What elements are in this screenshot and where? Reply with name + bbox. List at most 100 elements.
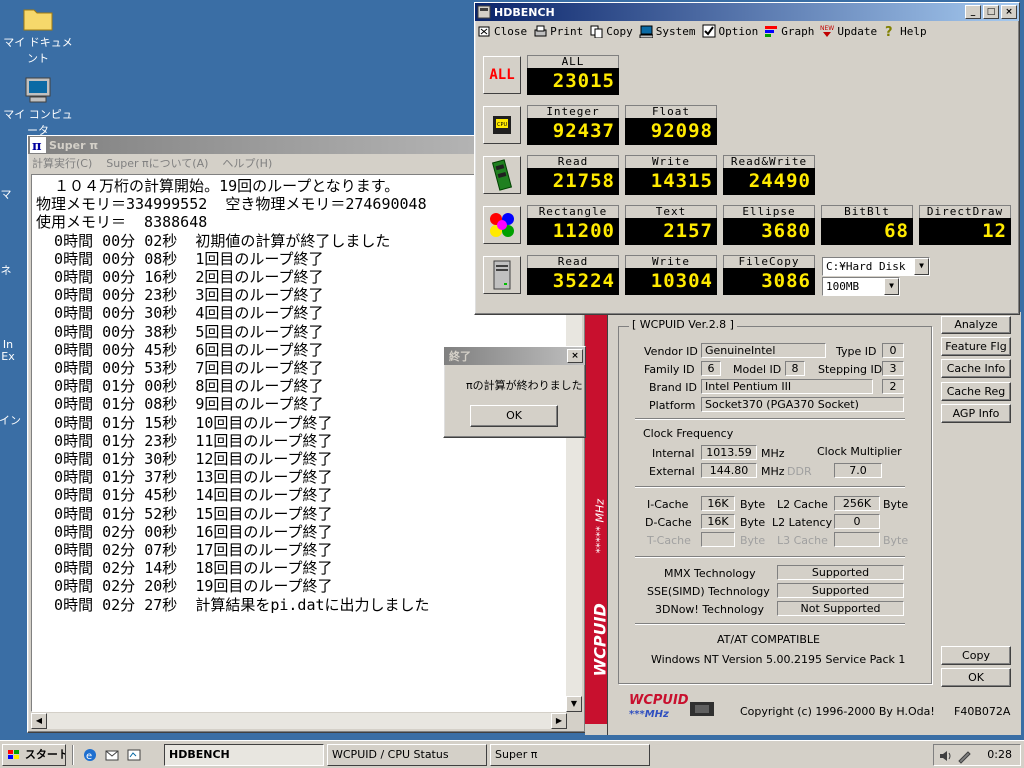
system-tray: 0:28 — [933, 744, 1021, 766]
close-icon[interactable]: × — [1001, 5, 1017, 19]
maximize-icon[interactable]: □ — [983, 5, 999, 19]
pi-icon: π — [30, 137, 46, 153]
output-line: 0時間 00分 38秒 5回目のループ終了 — [36, 322, 324, 341]
l2-label: L2 Cache — [777, 498, 828, 511]
bench-value: 3086 — [723, 268, 815, 295]
computer-icon — [639, 25, 653, 38]
menu-about[interactable]: Super πについて(A) — [106, 155, 208, 171]
analyze-button[interactable]: Analyze — [941, 316, 1011, 334]
option-button[interactable]: Option — [702, 24, 758, 38]
bench-label: Rectangle — [527, 205, 619, 218]
feature-flg-button[interactable]: Feature Flg — [941, 337, 1011, 356]
memory-icon — [483, 156, 521, 194]
output-line: 0時間 01分 52秒 15回目のループ終了 — [36, 504, 333, 523]
cache-reg-button[interactable]: Cache Reg — [941, 382, 1011, 401]
outlook-express-icon[interactable] — [104, 747, 120, 763]
dialog-ok-button[interactable]: OK — [470, 405, 558, 427]
graph-icon — [765, 26, 778, 37]
desktop-icon-my-computer[interactable]: マイ コンピュータ — [0, 76, 78, 138]
mmx-value: Supported — [777, 565, 904, 580]
close-button[interactable]: Close — [477, 24, 527, 38]
copy-icon — [590, 25, 603, 38]
output-line: 0時間 02分 20秒 19回目のループ終了 — [36, 577, 333, 596]
task-hdbench[interactable]: HDBENCH — [164, 744, 324, 766]
3dnow-label: 3DNow! Technology — [655, 603, 764, 616]
vendor-value: GenuineIntel — [701, 343, 826, 358]
hdbench-titlebar[interactable]: HDBENCH _ □ × — [475, 3, 1019, 21]
svg-text:π: π — [32, 139, 42, 153]
size-select-value: 100MB — [826, 280, 860, 293]
bench-value: 11200 — [527, 218, 619, 245]
minimize-icon[interactable]: _ — [965, 5, 981, 19]
drive-select-value: C:¥Hard Disk — [826, 260, 906, 273]
scroll-down-button[interactable]: ▼ — [566, 696, 582, 712]
dialog-message: πの計算が終わりました — [466, 379, 583, 392]
svg-text:?: ? — [885, 25, 893, 38]
icache-label: I-Cache — [647, 498, 689, 511]
desktop-icon-my-documents[interactable]: マイ ドキュメント — [0, 4, 78, 66]
output-line: 0時間 02分 07秒 17回目のループ終了 — [36, 541, 333, 560]
l2-latency-label: L2 Latency — [772, 516, 833, 529]
bench-value: 3680 — [723, 218, 815, 245]
output-line: 0時間 02分 14秒 18回目のループ終了 — [36, 559, 333, 578]
toolbar-label: Copy — [606, 24, 633, 38]
sse-label: SSE(SIMD) Technology — [647, 585, 770, 598]
hdbench-app-icon — [477, 5, 491, 19]
family-value: 6 — [701, 361, 721, 376]
chevron-down-icon[interactable]: ▼ — [914, 258, 929, 275]
scroll-right-button[interactable]: ▶ — [551, 713, 567, 729]
l3-label: L3 Cache — [777, 534, 828, 547]
byte-label: Byte — [740, 516, 766, 529]
menu-help[interactable]: ヘルプ(H) — [222, 155, 272, 171]
sse-value: Supported — [777, 583, 904, 598]
output-line: 0時間 01分 45秒 14回目のループ終了 — [36, 486, 333, 505]
desktop-icon-label: マイ ドキュメント — [3, 36, 73, 65]
copy-button[interactable]: Copy — [589, 24, 633, 38]
platform-value: Socket370 (PGA370 Socket) — [701, 397, 904, 412]
close-icon[interactable]: × — [567, 349, 583, 363]
show-desktop-icon[interactable] — [126, 747, 142, 763]
clock[interactable]: 0:28 — [987, 748, 1012, 761]
update-button[interactable]: NEW Update — [820, 24, 877, 38]
internet-explorer-icon[interactable]: e — [82, 747, 98, 763]
checkbox-icon — [702, 24, 715, 38]
dcache-value: 16K — [701, 514, 735, 529]
quick-launch: e — [82, 747, 154, 765]
horizontal-scrollbar[interactable]: ◀ ▶ — [31, 713, 567, 729]
graph-button[interactable]: Graph — [764, 24, 814, 38]
size-select[interactable]: 100MB ▼ — [822, 277, 900, 296]
bench-label: Text — [625, 205, 717, 218]
toolbar-label: Update — [837, 24, 878, 38]
external-label: External — [649, 465, 695, 478]
bench-value: 2157 — [625, 218, 717, 245]
cache-info-button[interactable]: Cache Info — [941, 359, 1011, 378]
task-wcpuid[interactable]: WCPUID / CPU Status — [327, 744, 487, 766]
byte-label: Byte — [883, 498, 909, 511]
copy-button[interactable]: Copy — [941, 646, 1011, 665]
memory-write-score: Write 14315 — [625, 155, 717, 195]
chevron-down-icon[interactable]: ▼ — [884, 278, 899, 295]
menu-calc[interactable]: 計算実行(C) — [32, 155, 92, 171]
cpu-icon: CPU — [483, 106, 521, 144]
print-button[interactable]: Print — [533, 24, 583, 38]
tcache-label: T-Cache — [647, 534, 691, 547]
vendor-label: Vendor ID — [644, 345, 698, 358]
volume-icon[interactable] — [938, 748, 954, 764]
task-superpi[interactable]: Super π — [490, 744, 650, 766]
scroll-left-button[interactable]: ◀ — [31, 713, 47, 729]
bench-value: 35224 — [527, 268, 619, 295]
dialog-titlebar[interactable]: 終了 × — [444, 347, 585, 365]
separator — [635, 418, 905, 420]
bench-label: DirectDraw — [919, 205, 1011, 218]
3dnow-value: Not Supported — [777, 601, 904, 616]
ok-button[interactable]: OK — [941, 668, 1011, 687]
pen-icon[interactable] — [956, 748, 972, 764]
system-button[interactable]: System — [639, 24, 696, 38]
memory-readwrite-score: Read&Write 24490 — [723, 155, 815, 195]
help-button[interactable]: ? Help — [883, 24, 927, 39]
start-button[interactable]: スタート — [2, 744, 66, 766]
drive-select[interactable]: C:¥Hard Disk ▼ — [822, 257, 930, 276]
agp-info-button[interactable]: AGP Info — [941, 404, 1011, 423]
external-value: 144.80 — [701, 463, 757, 478]
taskbar: スタート e HDBENCH WCPUID / CPU Status Super… — [0, 740, 1024, 768]
